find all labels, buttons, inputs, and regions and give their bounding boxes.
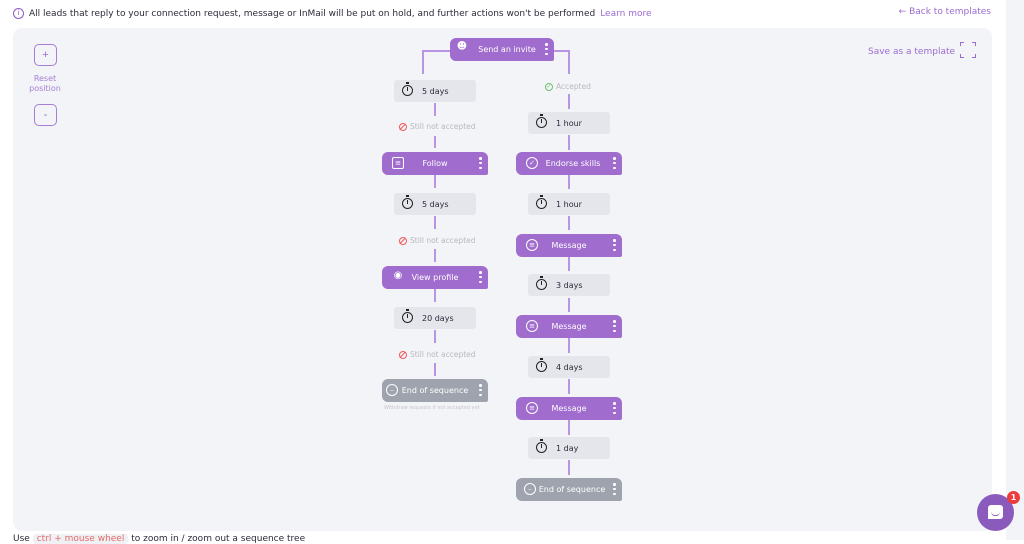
message-step[interactable]: ≡ Message <box>516 315 622 338</box>
reset-position-button[interactable]: Reset position <box>21 74 69 94</box>
delay-step[interactable]: 1 day <box>528 437 610 459</box>
connector <box>568 175 570 189</box>
connector <box>434 175 436 188</box>
connector <box>568 298 570 312</box>
more-options-icon[interactable] <box>613 157 616 169</box>
unread-badge: 1 <box>1007 491 1020 504</box>
zoom-out-button[interactable]: - <box>34 104 57 126</box>
connector <box>422 50 450 52</box>
connector <box>568 94 570 109</box>
end-note: Withdraw requests if not accepted yet <box>384 405 480 411</box>
connector <box>568 216 570 230</box>
connector <box>568 338 570 353</box>
eye-icon: ◉ <box>393 270 403 281</box>
blocked-icon <box>399 350 407 359</box>
more-options-icon[interactable] <box>613 402 616 414</box>
delay-step[interactable]: 3 days <box>528 274 610 296</box>
connector <box>553 50 569 52</box>
more-options-icon[interactable] <box>613 320 616 332</box>
timer-icon <box>402 195 413 209</box>
zoom-in-button[interactable]: + <box>34 44 57 66</box>
connector <box>568 379 570 394</box>
connector <box>568 420 570 435</box>
zoom-hint: Use ctrl + mouse wheel to zoom in / zoom… <box>13 534 306 544</box>
fullscreen-icon[interactable] <box>960 42 976 58</box>
minus-circle-icon: – <box>524 483 536 495</box>
more-options-icon[interactable] <box>479 157 482 169</box>
send-invite-step[interactable]: ☻ Send an invite <box>450 38 554 61</box>
connector <box>434 216 436 229</box>
timer-icon <box>536 195 547 209</box>
connector <box>434 289 436 302</box>
page-scrollbar[interactable] <box>1006 0 1024 540</box>
more-options-icon[interactable] <box>545 43 548 55</box>
connector <box>434 103 436 116</box>
timer-icon <box>402 309 413 323</box>
connector <box>568 460 570 475</box>
notice-text: All leads that reply to your connection … <box>29 8 596 19</box>
condition-not-accepted: Still not accepted <box>399 236 476 245</box>
connector <box>422 50 424 74</box>
condition-not-accepted: Still not accepted <box>399 122 476 131</box>
delay-step[interactable]: 4 days <box>528 356 610 378</box>
connector <box>434 136 436 148</box>
connector <box>568 257 570 271</box>
condition-not-accepted: Still not accepted <box>399 350 476 359</box>
timer-icon <box>536 114 547 128</box>
check-circle-icon: ✓ <box>526 157 538 169</box>
timer-icon <box>402 82 413 96</box>
connector <box>568 135 570 150</box>
end-of-sequence-step[interactable]: – End of sequence <box>382 379 488 402</box>
message-step[interactable]: ≡ Message <box>516 234 622 257</box>
check-circle-icon: ✓ <box>545 82 553 91</box>
learn-more-link[interactable]: Learn more <box>600 9 651 19</box>
minus-circle-icon: – <box>386 384 398 396</box>
blocked-icon <box>399 122 407 131</box>
timer-icon <box>536 358 547 372</box>
connector <box>434 249 436 262</box>
follow-step[interactable]: ≡ Follow <box>382 152 488 175</box>
shortcut-badge: ctrl + mouse wheel <box>32 534 129 544</box>
connector <box>434 330 436 343</box>
connector <box>434 363 436 376</box>
end-of-sequence-step[interactable]: – End of sequence <box>516 478 622 501</box>
condition-accepted: ✓ Accepted <box>545 82 591 91</box>
message-step[interactable]: ≡ Message <box>516 397 622 420</box>
delay-step[interactable]: 1 hour <box>528 193 610 215</box>
blocked-icon <box>399 236 407 245</box>
chat-icon <box>988 505 1003 519</box>
message-icon: ≡ <box>526 239 538 251</box>
timer-icon <box>536 439 547 453</box>
reply-notice: i All leads that reply to your connectio… <box>13 8 652 19</box>
more-options-icon[interactable] <box>613 483 616 495</box>
delay-step[interactable]: 5 days <box>394 80 476 102</box>
back-to-templates-link[interactable]: ← Back to templates <box>899 7 991 17</box>
view-profile-step[interactable]: ◉ View profile <box>382 266 488 289</box>
save-as-template-button[interactable]: Save as a template <box>868 47 955 57</box>
endorse-skills-step[interactable]: ✓ Endorse skills <box>516 152 622 175</box>
info-icon: i <box>13 8 24 19</box>
follow-icon: ≡ <box>392 157 404 169</box>
more-options-icon[interactable] <box>479 271 482 283</box>
chat-launcher-button[interactable]: 1 <box>977 491 1020 531</box>
more-options-icon[interactable] <box>613 239 616 251</box>
delay-step[interactable]: 1 hour <box>528 112 610 134</box>
message-icon: ≡ <box>526 320 538 332</box>
message-icon: ≡ <box>526 402 538 414</box>
sequence-canvas[interactable]: + Reset position - Save as a template ☻ … <box>13 28 992 531</box>
timer-icon <box>536 276 547 290</box>
user-icon: ☻ <box>456 41 468 52</box>
more-options-icon[interactable] <box>479 384 482 396</box>
delay-step[interactable]: 20 days <box>394 307 476 329</box>
connector <box>568 50 570 74</box>
delay-step[interactable]: 5 days <box>394 193 476 215</box>
